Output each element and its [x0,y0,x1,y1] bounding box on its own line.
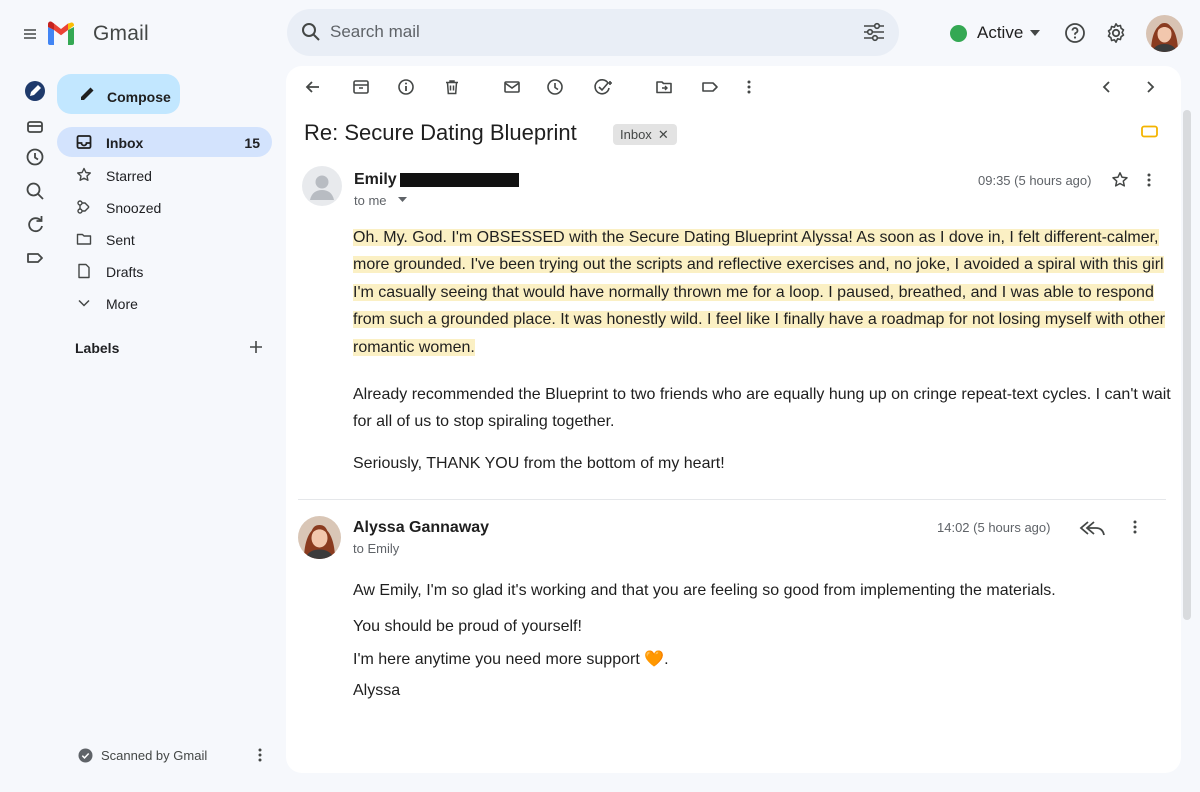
sent-folder-icon [76,231,92,247]
clock-icon[interactable] [24,146,46,168]
labels-heading: Labels [75,340,120,356]
sender-name[interactable]: Alyssa Gannaway [353,519,489,537]
sender-name[interactable]: Emily [354,171,397,189]
message-signature: Alyssa [353,682,401,699]
main-menu-icon[interactable] [22,26,38,42]
scanned-by-gmail: Scanned by Gmail [101,748,208,763]
back-arrow-icon[interactable] [304,78,322,96]
archive-icon[interactable] [352,78,370,96]
scrollbar[interactable] [1183,110,1191,620]
sidebar-item-label: Drafts [106,264,144,280]
unread-count: 15 [244,135,260,151]
chevron-down-icon [76,295,92,311]
mark-unread-icon[interactable] [503,78,521,96]
inbox-icon [76,134,92,150]
compose-button[interactable]: Compose [57,74,180,114]
highlighted-text: Oh. My. God. I'm OBSESSED with the Secur… [353,229,1165,356]
email-subject: Re: Secure Dating Blueprint [304,120,577,145]
message-time: 09:35 (5 hours ago) [978,173,1092,188]
add-label-icon[interactable] [248,339,264,355]
message-line: I'm here anytime you need more support 🧡… [353,651,669,668]
snooze-icon [76,199,92,215]
gear-icon[interactable] [1105,22,1127,44]
message-paragraph: Seriously, THANK YOU from the bottom of … [353,455,725,472]
recipient-line[interactable]: to me [354,193,387,208]
sidebar-item-starred[interactable]: Starred [57,160,272,190]
message-line: Aw Emily, I'm so glad it's working and t… [353,582,1056,599]
sidebar-item-inbox[interactable]: Inbox 15 [57,127,272,157]
pencil-icon [78,85,96,103]
message-divider [298,499,1166,500]
delete-icon[interactable] [443,78,461,96]
message-paragraph: Already recommended the Blueprint to two… [353,386,1171,431]
sidebar-item-label: Starred [106,168,152,184]
more-vert-icon[interactable] [256,747,264,763]
message-line-text: I'm here anytime you need more support [353,651,640,668]
add-to-tasks-icon[interactable] [593,78,613,96]
sidebar-item-drafts[interactable]: Drafts [57,256,272,286]
message-paragraph: Oh. My. God. I'm OBSESSED with the Secur… [353,224,1173,361]
caret-down-icon[interactable] [1030,30,1040,36]
redaction-bar [400,173,519,187]
refresh-icon[interactable] [24,213,46,235]
search-rail-icon[interactable] [24,180,46,202]
more-vert-icon[interactable] [745,78,753,96]
move-to-icon[interactable] [655,78,673,96]
compose-label: Compose [107,89,171,105]
search-bar[interactable]: Search mail [287,9,899,56]
remove-label-icon[interactable]: ✕ [658,127,669,142]
sidebar-item-label: Snoozed [106,200,162,216]
status-label[interactable]: Active [977,23,1023,43]
more-vert-icon[interactable] [1131,518,1139,536]
search-icon[interactable] [301,22,321,42]
reply-all-icon[interactable] [1079,518,1107,538]
snooze-clock-icon[interactable] [546,78,564,96]
status-dot[interactable] [950,25,967,42]
search-input[interactable]: Search mail [330,22,420,42]
message-time: 14:02 (5 hours ago) [937,520,1051,535]
chevron-left-icon[interactable] [1099,78,1113,96]
chat-icon[interactable] [24,116,46,138]
label-icon[interactable] [701,78,719,96]
report-spam-icon[interactable] [397,78,415,96]
support-icon[interactable] [1064,22,1086,44]
check-circle-icon [78,748,93,763]
sender-avatar[interactable] [302,166,342,206]
star-icon [76,167,92,183]
sidebar-item-label: Sent [106,232,135,248]
message-line: You should be proud of yourself! [353,618,582,635]
chevron-right-icon[interactable] [1144,78,1158,96]
mail-icon[interactable] [24,80,46,102]
sidebar-item-snoozed[interactable]: Snoozed [57,192,272,222]
draft-icon [76,263,92,279]
importance-marker-icon[interactable] [1141,125,1159,139]
sidebar-item-sent[interactable]: Sent [57,224,272,254]
sender-avatar[interactable] [298,516,341,559]
label-chip-text: Inbox [620,127,652,142]
label-rail-icon[interactable] [24,247,46,269]
orange-heart-emoji: 🧡 [644,651,665,668]
sidebar-item-label: Inbox [106,135,144,151]
search-options-icon[interactable] [863,22,885,42]
star-icon[interactable] [1111,171,1129,189]
sidebar-item-label: More [106,296,138,312]
sidebar-item-more[interactable]: More [57,288,272,318]
more-vert-icon[interactable] [1145,172,1153,188]
product-name: Gmail [93,22,149,45]
recipient-line[interactable]: to Emily [353,541,399,556]
gmail-logo[interactable] [46,20,76,48]
account-avatar[interactable] [1146,15,1183,52]
label-chip[interactable]: Inbox ✕ [613,124,677,145]
caret-down-icon[interactable] [398,197,407,203]
